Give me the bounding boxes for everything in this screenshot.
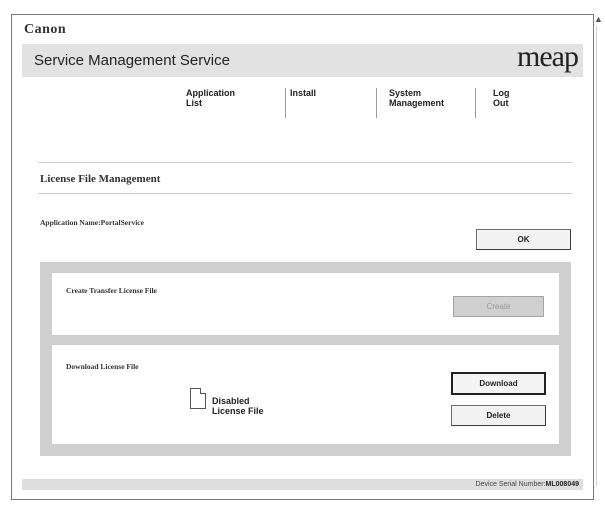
download-license-title: Download License File [66, 362, 139, 371]
footer-bar: Device Serial Number:ML008049 [22, 479, 583, 490]
download-button[interactable]: Download [451, 372, 546, 395]
scroll-up-icon[interactable]: ▲ [594, 14, 603, 24]
nav-install[interactable]: Install [290, 88, 316, 98]
serial-value: ML008049 [545, 481, 579, 488]
divider [38, 193, 572, 194]
header-bar: Service Management Service meap [22, 40, 583, 77]
disabled-license-file-label: Disabled License File [212, 396, 264, 416]
serial-label: Device Serial Number: [475, 481, 546, 488]
nav-system-management[interactable]: System Management [389, 88, 444, 108]
section-title: License File Management [40, 173, 161, 185]
ok-button[interactable]: OK [476, 229, 571, 250]
scrollbar[interactable] [596, 26, 597, 486]
page-title: Service Management Service [34, 52, 230, 69]
nav-divider [285, 88, 286, 118]
nav-application-list[interactable]: Application List [186, 88, 235, 108]
application-name: Application Name:PortalService [40, 218, 144, 227]
transfer-license-title: Create Transfer License File [66, 286, 157, 295]
create-button[interactable]: Create [453, 296, 544, 317]
canon-logo: Canon [24, 22, 67, 37]
divider [38, 162, 572, 163]
meap-logo: meap [517, 40, 579, 73]
device-serial-number: Device Serial Number:ML008049 [476, 479, 580, 490]
file-icon [190, 388, 206, 409]
nav-divider [376, 88, 377, 118]
delete-button[interactable]: Delete [451, 405, 546, 426]
nav-divider [475, 88, 476, 118]
nav-log-out[interactable]: Log Out [493, 88, 510, 108]
